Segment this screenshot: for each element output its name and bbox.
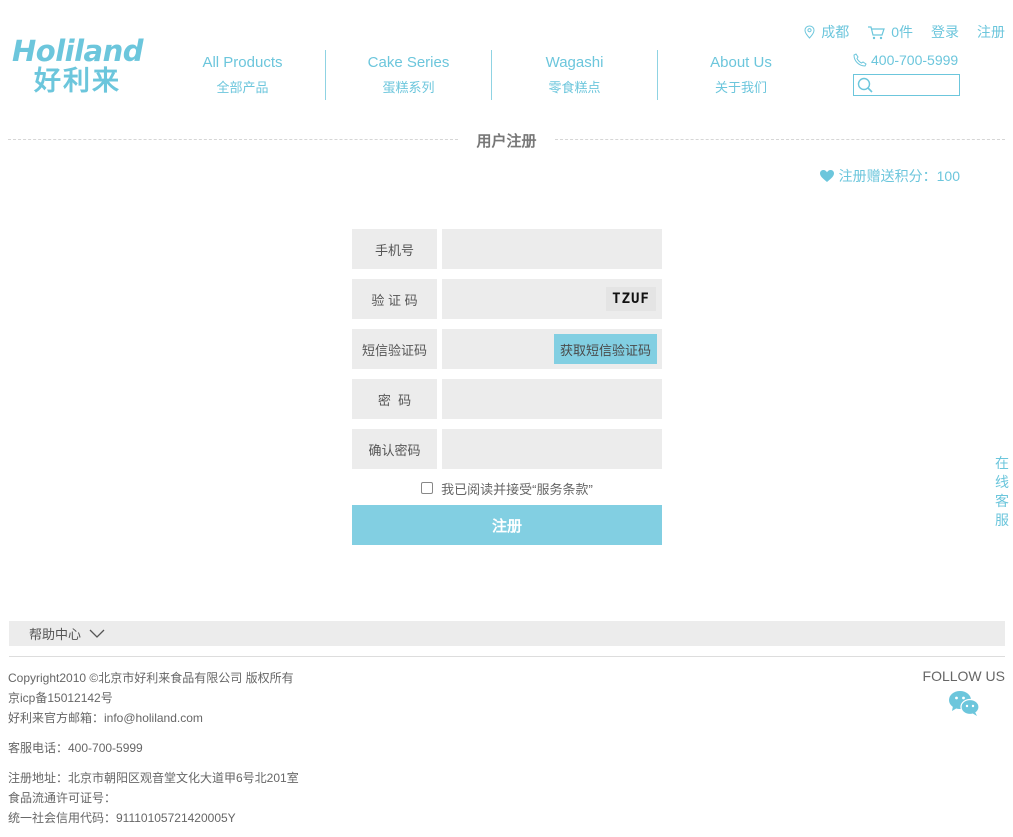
section-header: 用户注册 — [8, 130, 1005, 150]
nav-label-cn: 关于我们 — [714, 80, 767, 95]
nav-label-en: All Products — [202, 54, 283, 71]
wechat-icon[interactable] — [948, 690, 980, 716]
captcha-image[interactable]: TZUF — [606, 287, 656, 311]
service-char: 在 — [995, 455, 1009, 471]
copyright: Copyright2010 ©北京市好利来食品有限公司 版权所有 — [8, 671, 294, 685]
follow-us: FOLLOW US — [923, 668, 1005, 716]
mobile-row: 手机号 — [352, 229, 662, 269]
page-title: 用户注册 — [476, 133, 537, 150]
login-link[interactable]: 登录 — [931, 22, 959, 42]
search-input[interactable] — [876, 76, 956, 94]
search-icon[interactable] — [857, 77, 873, 93]
service-char: 客 — [995, 493, 1009, 509]
register-link[interactable]: 注册 — [977, 22, 1005, 42]
nav-label-en: About Us — [710, 54, 772, 71]
cart-link[interactable]: 0件 — [867, 22, 913, 42]
terms-agreement: 我已阅读并接受“服务条款” — [352, 478, 662, 498]
nav-label-cn: 零食糕点 — [548, 80, 601, 95]
logo-chinese: 好利来 — [34, 66, 121, 96]
footer-divider — [9, 656, 1005, 657]
terms-checkbox[interactable] — [421, 482, 434, 494]
captcha-label: 验 证 码 — [352, 279, 437, 319]
top-utility-bar: 成都 0件 登录 注册 — [786, 22, 1005, 42]
nav-label-en: Cake Series — [367, 54, 450, 71]
service-phone: 客服电话：400-700-5999 — [8, 741, 143, 755]
bonus-text: 注册赠送积分：100 — [838, 168, 960, 184]
cart-count: 0件 — [891, 24, 913, 40]
confirm-password-label: 确认密码 — [352, 429, 437, 469]
phone-icon — [853, 53, 867, 67]
footer-info: Copyright2010 ©北京市好利来食品有限公司 版权所有 京icp备15… — [8, 668, 299, 828]
service-char: 服 — [995, 512, 1009, 528]
mobile-label: 手机号 — [352, 229, 437, 269]
password-label: 密 码 — [352, 379, 437, 419]
register-bonus: 注册赠送积分：100 — [819, 166, 960, 186]
logo-english: Holiland — [12, 34, 144, 68]
help-center-toggle[interactable]: 帮助中心 — [9, 621, 1005, 646]
hotline-number: 400-700-5999 — [871, 52, 959, 68]
sms-row: 短信验证码 获取短信验证码 — [352, 329, 662, 369]
credit-code: 统一社会信用代码：91110105721420005Y — [8, 811, 236, 825]
chevron-down-icon — [89, 629, 105, 638]
captcha-row: 验 证 码 TZUF — [352, 279, 662, 319]
search-box[interactable] — [853, 74, 960, 96]
password-row: 密 码 — [352, 379, 662, 419]
get-sms-code-button[interactable]: 获取短信验证码 — [554, 334, 657, 364]
follow-us-label: FOLLOW US — [922, 668, 1005, 684]
confirm-password-row: 确认密码 — [352, 429, 662, 469]
online-service-tab[interactable]: 在 线 客 服 — [995, 454, 1009, 530]
terms-text[interactable]: 我已阅读并接受“服务条款” — [441, 479, 593, 498]
nav-label-cn: 全部产品 — [216, 80, 269, 95]
main-nav: All Products 全部产品 Cake Series 蛋糕系列 Wagas… — [160, 50, 824, 100]
nav-all-products[interactable]: All Products 全部产品 — [160, 50, 326, 100]
service-char: 线 — [995, 474, 1009, 490]
sms-label: 短信验证码 — [352, 329, 437, 369]
confirm-password-input[interactable] — [442, 429, 662, 469]
hotline: 400-700-5999 — [853, 52, 958, 68]
divider — [555, 139, 1005, 140]
nav-cake-series[interactable]: Cake Series 蛋糕系列 — [326, 50, 492, 100]
registered-address: 注册地址：北京市朝阳区观音堂文化大道甲6号北201室 — [8, 771, 299, 785]
mobile-input[interactable] — [442, 229, 662, 269]
register-submit-button[interactable]: 注册 — [352, 505, 662, 545]
nav-about-us[interactable]: About Us 关于我们 — [658, 50, 824, 100]
nav-label-cn: 蛋糕系列 — [382, 80, 435, 95]
city-selector[interactable]: 成都 — [804, 22, 849, 42]
food-license: 食品流通许可证号： — [8, 791, 117, 805]
location-pin-icon — [804, 25, 815, 39]
help-center-label: 帮助中心 — [29, 627, 82, 642]
nav-wagashi[interactable]: Wagashi 零食糕点 — [492, 50, 658, 100]
register-form: 手机号 验 证 码 TZUF 短信验证码 获取短信验证码 密 码 确认密码 我已… — [352, 229, 662, 545]
password-input[interactable] — [442, 379, 662, 419]
cart-icon — [868, 25, 886, 39]
nav-label-en: Wagashi — [545, 54, 604, 71]
city-label: 成都 — [821, 24, 850, 40]
holiland-logo[interactable]: Holiland 好利来 — [12, 36, 158, 96]
icp-number[interactable]: 京icp备15012142号 — [8, 688, 299, 708]
official-email: 好利来官方邮箱：info@holiland.com — [8, 711, 203, 725]
heart-icon — [819, 170, 834, 182]
